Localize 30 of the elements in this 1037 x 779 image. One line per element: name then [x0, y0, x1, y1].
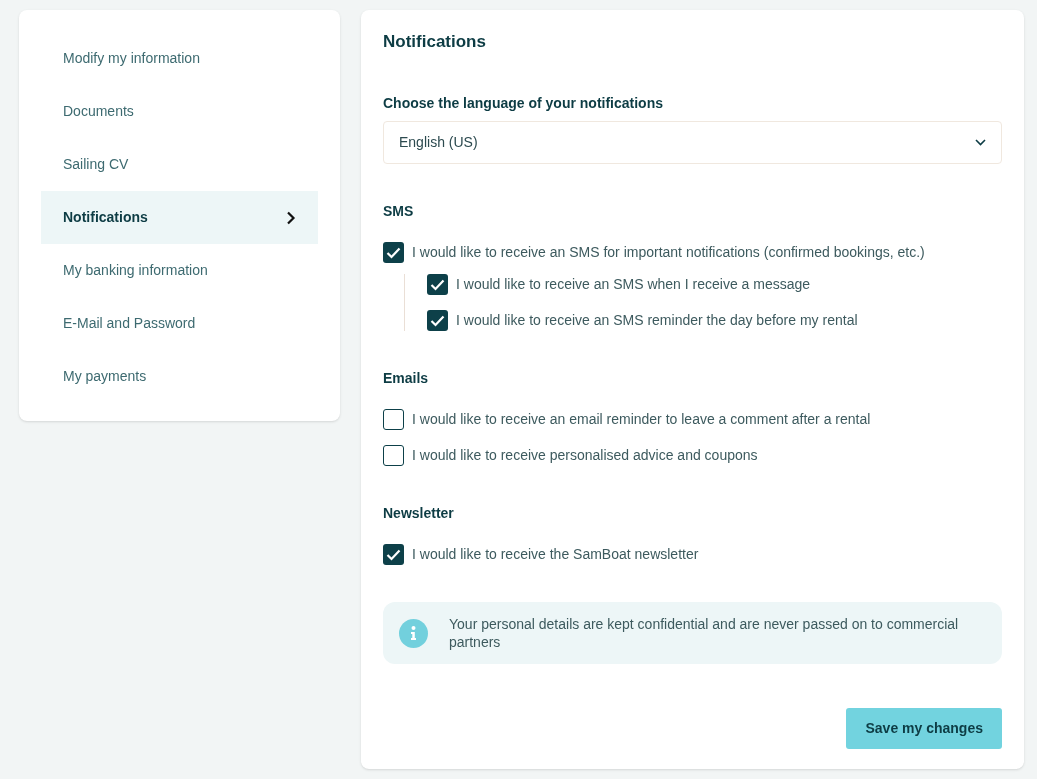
field-label: Choose the language of your notifications	[383, 94, 664, 113]
checkbox-label: I would like to receive an SMS for important notifications (confirmed bookings, etc.)	[412, 243, 925, 262]
checkbox[interactable]	[383, 544, 404, 565]
info-icon	[399, 618, 428, 648]
checkbox[interactable]	[383, 445, 404, 466]
save-button[interactable]: Save my changes	[846, 708, 1002, 749]
sidebar-item[interactable]: Documents	[41, 85, 318, 138]
info-text: Your personal details are kept confidential and are never passed on to commercial partners	[449, 615, 960, 651]
section-title: SMS	[383, 202, 415, 220]
checkbox[interactable]	[427, 274, 448, 295]
sidebar-item[interactable]: Modify my information	[41, 32, 318, 85]
checkbox-label: I would like to receive the SamBoat newsletter	[412, 545, 699, 564]
page-title: Notifications	[383, 32, 487, 52]
section-title: Emails	[383, 369, 430, 387]
sidebar-item[interactable]: My banking information	[41, 244, 318, 297]
chevron-down-icon	[975, 139, 986, 146]
checkbox[interactable]	[383, 409, 404, 430]
checkbox-label: I would like to receive an SMS reminder the day before my rental	[456, 311, 858, 330]
section-title: Newsletter	[383, 504, 455, 522]
language-select[interactable]: English (US)	[383, 121, 1002, 164]
checkbox[interactable]	[383, 242, 404, 263]
checkbox-label: I would like to receive personalised advice and coupons	[412, 446, 758, 465]
checkbox[interactable]	[427, 310, 448, 331]
checkbox-label: I would like to receive an SMS when I receive a message	[456, 275, 811, 294]
sidebar-item[interactable]: E-Mail and Password	[41, 297, 318, 350]
chevron-right-icon	[286, 210, 296, 225]
checkbox-label: I would like to receive an email reminder to leave a comment after a rental	[412, 410, 871, 429]
sidebar-item[interactable]: Sailing CV	[41, 138, 318, 191]
sidebar-item[interactable]: My payments	[41, 350, 318, 403]
sidebar-item[interactable]: Notifications	[41, 191, 318, 244]
